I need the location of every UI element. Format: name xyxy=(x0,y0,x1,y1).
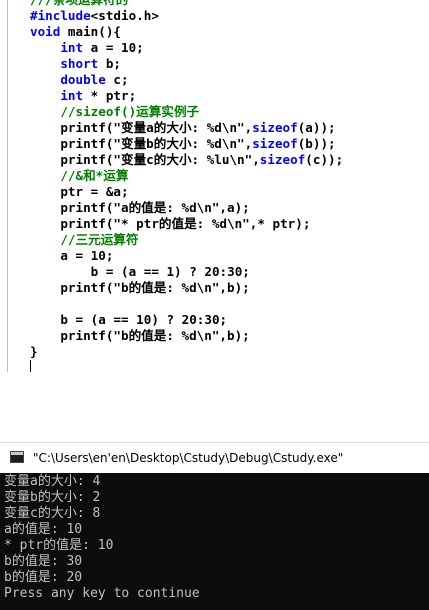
code-text: <stdio.h> xyxy=(90,8,159,23)
code-line[interactable]: printf("变量b的大小: %d\n",sizeof(b)); xyxy=(30,136,343,152)
code-text: (c)); xyxy=(305,152,344,167)
code-line[interactable]: printf("a的值是: %d\n",a); xyxy=(30,200,343,216)
console-output-line: a的值是: 10 xyxy=(4,522,83,537)
code-keyword: #include xyxy=(30,8,91,23)
code-text: ptr = &a; xyxy=(30,184,129,199)
code-text: printf("变量b的大小: %d\n", xyxy=(30,136,253,151)
console-titlebar[interactable]: "C:\Users\en'en\Desktop\Cstudy\Debug\Cst… xyxy=(0,442,429,473)
code-text: printf("变量a的大小: %d\n", xyxy=(30,120,253,135)
code-line[interactable]: short b; xyxy=(30,56,343,72)
code-line[interactable]: a = 10; xyxy=(30,248,343,264)
code-text: } xyxy=(30,344,38,359)
code-text: c; xyxy=(105,72,129,87)
code-text: a = 10; xyxy=(30,248,114,263)
code-line[interactable]: ptr = &a; xyxy=(30,184,343,200)
code-line[interactable]: ///条项运算符的 xyxy=(30,0,343,8)
code-line[interactable]: int * ptr; xyxy=(30,88,343,104)
code-line[interactable]: printf("b的值是: %d\n",b); xyxy=(30,280,343,296)
code-line[interactable]: int a = 10; xyxy=(30,40,343,56)
code-keyword: void xyxy=(30,24,61,39)
code-text: printf("变量c的大小: %lu\n", xyxy=(30,152,260,167)
code-keyword: double xyxy=(60,72,106,87)
code-line[interactable]: } xyxy=(30,344,343,360)
code-text: printf("a的值是: %d\n",a); xyxy=(30,200,250,215)
code-text: main(){ xyxy=(60,24,122,39)
code-text: b; xyxy=(98,56,122,71)
code-comment: //&和*运算 xyxy=(60,168,129,183)
console-output-line: 变量b的大小: 2 xyxy=(4,490,101,505)
code-line[interactable]: b = (a == 1) ? 20:30; xyxy=(30,264,343,280)
console-title: "C:\Users\en'en\Desktop\Cstudy\Debug\Cst… xyxy=(33,451,344,465)
code-line[interactable]: void main(){ xyxy=(30,24,343,40)
code-text: (a)); xyxy=(297,120,336,135)
code-text: a = 10; xyxy=(83,40,144,55)
code-line[interactable]: //sizeof()运算实例子 xyxy=(30,104,343,120)
text-caret xyxy=(30,360,31,372)
code-line[interactable]: b = (a == 10) ? 20:30; xyxy=(30,312,343,328)
code-keyword: sizeof xyxy=(252,136,298,151)
empty-area xyxy=(0,372,429,442)
code-text: * ptr; xyxy=(83,88,137,103)
console-output-line: 变量c的大小: 8 xyxy=(4,506,101,521)
console-window[interactable]: "C:\Users\en'en\Desktop\Cstudy\Debug\Cst… xyxy=(0,442,429,610)
code-line[interactable] xyxy=(30,296,343,312)
code-editor[interactable]: ///条项运算符的#include<stdio.h>void main(){ i… xyxy=(0,0,429,372)
console-output-line: b的值是: 30 xyxy=(4,554,83,569)
code-line[interactable]: double c; xyxy=(30,72,343,88)
code-keyword: sizeof xyxy=(259,152,306,167)
code-text: b = (a == 1) ? 20:30; xyxy=(30,264,250,279)
code-line[interactable]: printf("变量a的大小: %d\n",sizeof(a)); xyxy=(30,120,343,136)
code-keyword: int xyxy=(60,40,84,55)
code-keyword: sizeof xyxy=(252,120,298,135)
console-output: 变量a的大小: 4 变量b的大小: 2 变量c的大小: 8 a的值是: 10 * ptr… xyxy=(4,474,429,602)
console-output-line: Press any key to continue xyxy=(4,586,200,601)
code-line[interactable]: #include<stdio.h> xyxy=(30,8,343,24)
code-comment: //三元运算符 xyxy=(60,232,139,247)
code-comment: ///条项运算符的 xyxy=(30,0,128,7)
code-text: printf("* ptr的值是: %d\n",* ptr); xyxy=(30,216,311,231)
console-app-icon xyxy=(10,451,24,463)
code-area[interactable]: ///条项运算符的#include<stdio.h>void main(){ i… xyxy=(30,0,343,360)
code-keyword: short xyxy=(60,56,99,71)
code-text: (b)); xyxy=(297,136,336,151)
console-output-line: b的值是: 20 xyxy=(4,570,83,585)
code-text: b = (a == 10) ? 20:30; xyxy=(30,312,228,327)
gutter-divider xyxy=(7,0,8,372)
console-output-line: * ptr的值是: 10 xyxy=(4,538,114,553)
console-output-line: 变量a的大小: 4 xyxy=(4,474,101,489)
code-line[interactable]: printf("b的值是: %d\n",b); xyxy=(30,328,343,344)
code-line[interactable]: printf("* ptr的值是: %d\n",* ptr); xyxy=(30,216,343,232)
code-comment: //sizeof()运算实例子 xyxy=(60,104,200,119)
code-line[interactable]: //三元运算符 xyxy=(30,232,343,248)
code-keyword: int xyxy=(60,88,84,103)
code-text: printf("b的值是: %d\n",b); xyxy=(30,328,250,343)
code-text: printf("b的值是: %d\n",b); xyxy=(30,280,250,295)
code-line[interactable]: printf("变量c的大小: %lu\n",sizeof(c)); xyxy=(30,152,343,168)
code-line[interactable]: //&和*运算 xyxy=(30,168,343,184)
